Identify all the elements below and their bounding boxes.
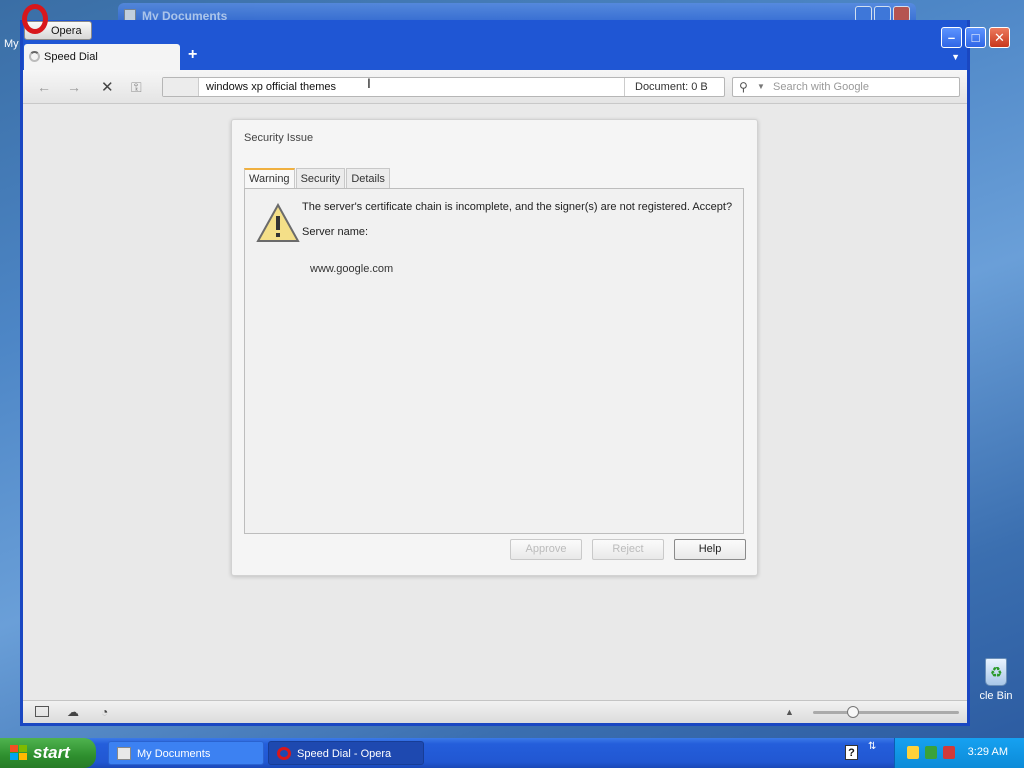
key-icon[interactable]: ⚿ (131, 79, 142, 96)
tab-security[interactable]: Security (295, 168, 346, 188)
search-icon[interactable]: ⚲ (739, 80, 748, 94)
text-cursor-icon: I (367, 75, 371, 91)
opera-logo-icon[interactable] (22, 4, 48, 34)
opera-icon (277, 747, 291, 760)
tab-strip: Speed Dial + ▼ (24, 44, 964, 70)
server-name-value: www.google.com (310, 263, 394, 275)
tab-menu-chevron-icon[interactable]: ▼ (951, 52, 960, 62)
recycle-bin-label: cle Bin (979, 690, 1013, 702)
dialog-title: Security Issue (244, 132, 314, 144)
warning-icon (256, 203, 300, 242)
system-tray: 3:29 AM (894, 738, 1024, 768)
speedometer-icon[interactable]: ◔ (101, 706, 115, 718)
stop-icon[interactable]: ✕ (101, 78, 114, 96)
help-button[interactable]: Help (674, 539, 746, 560)
tab-speed-dial[interactable]: Speed Dial (24, 44, 180, 70)
desktop-icon-label[interactable]: My (4, 38, 19, 50)
maximize-button[interactable]: □ (965, 27, 986, 48)
zoom-slider-handle[interactable] (847, 706, 859, 718)
recycle-bin-icon (985, 658, 1007, 686)
new-tab-button[interactable]: + (188, 46, 197, 64)
address-bar[interactable]: windows xp official themes I Document: 0… (162, 75, 725, 97)
panel-toggle-icon[interactable] (35, 706, 49, 717)
site-badge[interactable] (163, 78, 199, 96)
minimize-button[interactable]: – (941, 27, 962, 48)
back-arrow-icon[interactable]: ← (37, 79, 51, 95)
address-input[interactable]: windows xp official themes (206, 81, 336, 93)
navigation-toolbar: ← → ✕ ⚿ windows xp official themes I Doc… (23, 70, 967, 104)
alert-shield-icon[interactable] (943, 746, 955, 759)
document-size-indicator: Document: 0 B (624, 78, 724, 96)
taskbar-item-label: My Documents (137, 748, 211, 760)
chevron-down-icon[interactable]: ▼ (757, 82, 765, 91)
window-controls: – □ ✕ (941, 27, 1010, 48)
status-bar: ☁ ◔ ▲ (23, 700, 967, 723)
taskbar-item-my-documents[interactable]: My Documents (108, 741, 264, 765)
taskbar-item-opera[interactable]: Speed Dial - Opera (268, 741, 424, 765)
zoom-slider-track[interactable] (813, 711, 959, 714)
dialog-tabs: Warning Security Details (244, 168, 391, 189)
chevron-up-icon[interactable]: ▲ (785, 707, 794, 717)
security-dialog: Security Issue Warning Security Details … (231, 119, 758, 576)
approve-button[interactable]: Approve (510, 539, 582, 560)
help-icon[interactable]: ? (845, 745, 858, 760)
folder-icon (117, 747, 131, 760)
warning-panel: The server's certificate chain is incomp… (244, 188, 744, 534)
search-placeholder: Search with Google (773, 81, 869, 93)
start-label: start (33, 743, 70, 762)
start-button[interactable]: start (0, 738, 96, 768)
network-icon[interactable]: ⇅ (868, 742, 876, 752)
search-field[interactable]: ⚲ ▼ Search with Google (732, 77, 960, 97)
close-button[interactable]: ✕ (989, 27, 1010, 48)
windows-flag-icon (10, 745, 27, 761)
tab-warning[interactable]: Warning (244, 168, 295, 189)
server-name-label: Server name: (302, 226, 369, 238)
tab-label: Speed Dial (44, 51, 98, 63)
taskbar-item-label: Speed Dial - Opera (297, 748, 392, 760)
tab-details[interactable]: Details (346, 168, 390, 188)
update-icon[interactable] (925, 746, 937, 759)
security-shield-icon[interactable] (907, 746, 919, 759)
warning-message: The server's certificate chain is incomp… (302, 201, 733, 213)
reject-button[interactable]: Reject (592, 539, 664, 560)
loading-icon (29, 51, 40, 62)
recycle-bin[interactable]: cle Bin (968, 658, 1024, 702)
cloud-icon[interactable]: ☁ (67, 706, 81, 718)
forward-arrow-icon[interactable]: → (67, 79, 81, 95)
clock[interactable]: 3:29 AM (968, 746, 1008, 758)
